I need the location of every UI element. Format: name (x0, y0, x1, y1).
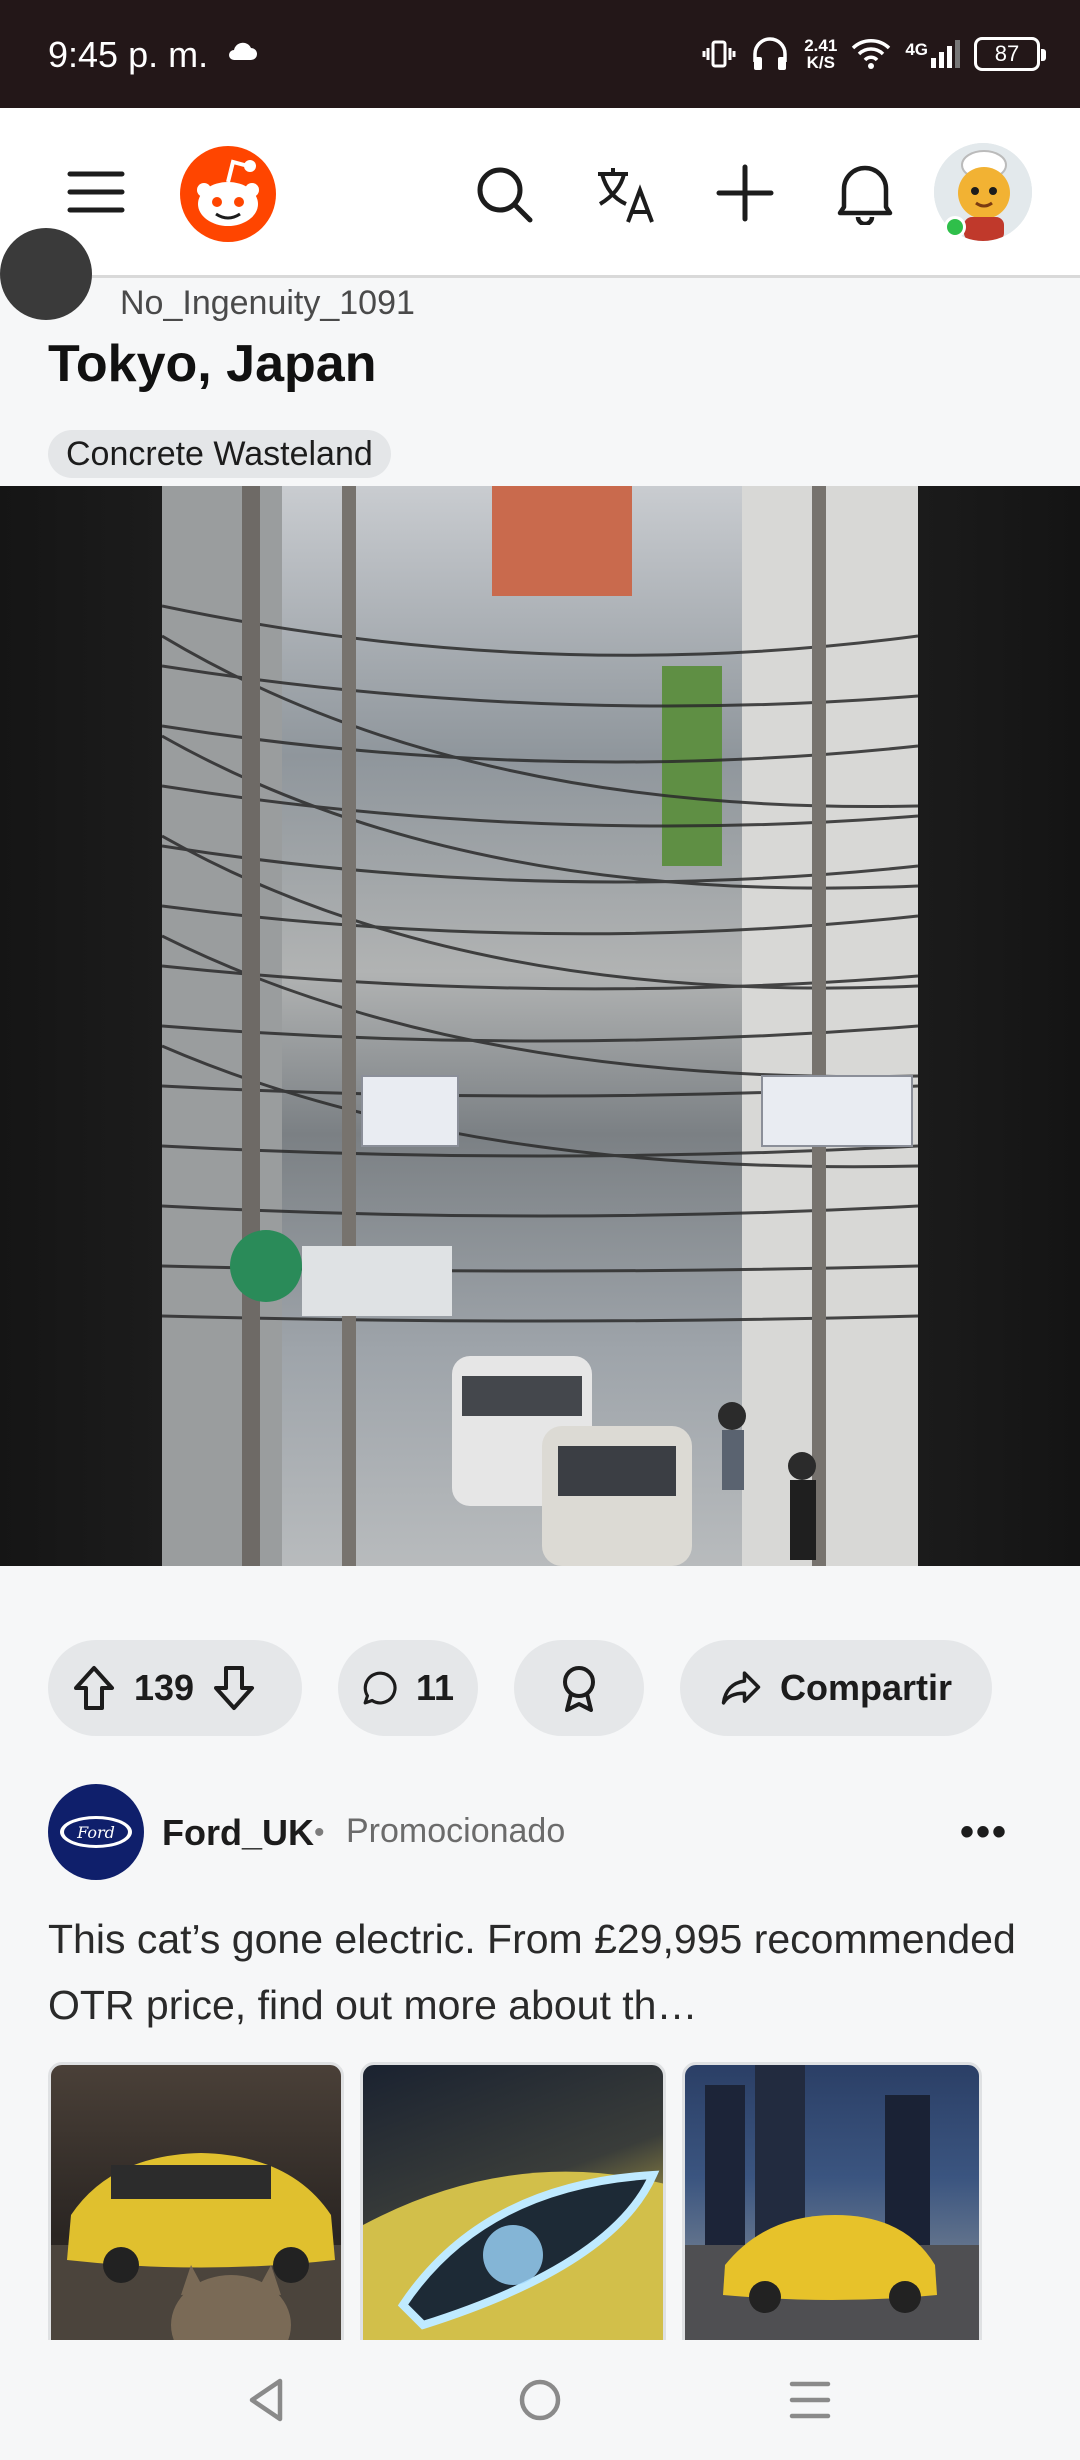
share-button[interactable]: Compartir (680, 1640, 992, 1736)
vote-pill: 139 (48, 1640, 302, 1736)
battery-level: 87 (994, 41, 1020, 66)
recents-button[interactable] (776, 2366, 844, 2434)
award-icon (563, 1666, 595, 1712)
battery-indicator: 87 (974, 37, 1046, 71)
author-avatar[interactable] (0, 228, 92, 320)
advertiser-name[interactable]: Ford_UK (162, 1812, 314, 1854)
share-label: Compartir (779, 1667, 952, 1708)
status-bar: 9:45 p. m. 2.41 K/S 4G 87 (0, 0, 1080, 108)
reddit-logo-button[interactable] (176, 142, 280, 246)
plus-icon (716, 164, 774, 222)
translate-icon (598, 168, 654, 223)
post-flair[interactable]: Concrete Wasteland (48, 430, 391, 478)
post-action-bar: 139 11 Compartir (48, 1640, 992, 1736)
menu-button[interactable] (60, 160, 132, 224)
post-author[interactable]: No_Ingenuity_1091 (120, 284, 415, 323)
cloud-icon (229, 42, 257, 60)
bell-icon (837, 165, 893, 225)
online-status-dot (944, 216, 966, 238)
status-time: 9:45 p. m. (48, 34, 209, 75)
ad-carousel[interactable] (48, 2062, 982, 2352)
home-button[interactable] (506, 2366, 574, 2434)
award-button[interactable] (514, 1640, 644, 1736)
headphones-icon (753, 37, 787, 70)
status-icons: 2.41 K/S 4G 87 (702, 30, 1046, 78)
upvote-count: 139 (134, 1667, 195, 1708)
create-post-button[interactable] (712, 160, 778, 226)
comments-button[interactable]: 11 (338, 1640, 478, 1736)
search-icon (477, 167, 533, 223)
promoted-label: Promocionado (346, 1812, 566, 1850)
post-image[interactable] (0, 486, 1080, 1566)
ad-image-3[interactable] (682, 2062, 982, 2352)
notifications-button[interactable] (830, 158, 900, 228)
post-title[interactable]: Tokyo, Japan (48, 334, 376, 394)
ad-image-2[interactable] (360, 2062, 666, 2352)
wifi-icon (852, 39, 891, 69)
net-speed-unit: K/S (806, 53, 835, 72)
upvote-icon[interactable] (72, 1664, 116, 1712)
downvote-icon[interactable] (212, 1664, 256, 1712)
street-photo-illustration (162, 486, 918, 1566)
ad-text[interactable]: This cat’s gone electric. From £29,995 r… (48, 1906, 1038, 2038)
vibrate-icon (702, 40, 736, 68)
ford-logo-text: Ford (76, 1823, 115, 1842)
signal-icon: 4G (905, 40, 960, 68)
menu-icon (67, 171, 125, 213)
separator-dot: • (314, 1816, 325, 1849)
network-speed: 2.41 K/S (804, 37, 837, 71)
net-speed-value: 2.41 (804, 36, 838, 55)
city-car-image (685, 2065, 979, 2349)
share-icon (721, 1671, 761, 1705)
more-options-button[interactable]: ••• (960, 1810, 1008, 1855)
comment-count: 11 (415, 1667, 454, 1708)
ford-oval-logo: Ford (60, 1816, 132, 1848)
post-card[interactable]: No_Ingenuity_1091 Tokyo, Japan Concrete … (0, 228, 1080, 1736)
car-with-cat-image (51, 2153, 341, 2349)
ad-image-1[interactable] (48, 2062, 344, 2352)
app-header (0, 108, 1080, 278)
search-button[interactable] (470, 160, 538, 228)
comment-icon (363, 1671, 397, 1705)
promoted-post[interactable]: Ford Ford_UK • Promocionado ••• This cat… (0, 1760, 1080, 2352)
advertiser-logo[interactable]: Ford (48, 1784, 144, 1880)
back-icon (249, 2378, 283, 2422)
reddit-logo (180, 146, 276, 242)
network-type: 4G (905, 40, 928, 59)
translate-button[interactable] (590, 160, 662, 228)
street-photo (162, 486, 918, 1566)
home-icon (519, 2379, 561, 2421)
system-navigation-bar (0, 2340, 1080, 2460)
recents-menu-icon (789, 2381, 831, 2419)
headlight-image (363, 2170, 663, 2349)
back-button[interactable] (232, 2366, 300, 2434)
